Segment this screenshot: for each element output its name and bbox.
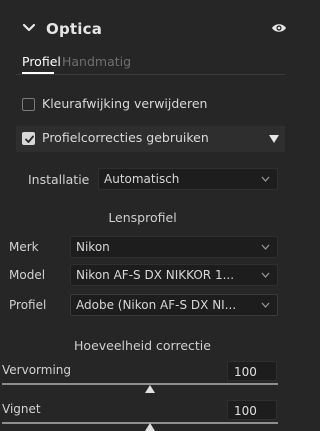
- profiel-select[interactable]: Adobe (Nikon AF-S DX NI...: [70, 294, 278, 316]
- vervorming-slider-track[interactable]: [2, 383, 278, 385]
- vignet-value-field[interactable]: 100: [227, 400, 277, 420]
- merk-value: Nikon: [76, 240, 110, 254]
- correctie-title: Hoeveelheid correctie: [74, 338, 211, 353]
- profiel-value: Adobe (Nikon AF-S DX NI...: [76, 298, 237, 312]
- vervorming-value-field[interactable]: 100: [227, 361, 277, 381]
- vervorming-label: Vervorming: [2, 363, 72, 377]
- chevron-down-icon: [261, 176, 270, 182]
- vervorming-slider-thumb[interactable]: [145, 385, 155, 393]
- profile-corrections-option[interactable]: Profielcorrecties gebruiken: [16, 126, 285, 152]
- divider: [16, 74, 285, 75]
- tab-profiel[interactable]: Profiel: [22, 54, 61, 69]
- chevron-down-icon: [261, 302, 270, 308]
- vignet-label: Vignet: [2, 402, 41, 416]
- vervorming-value: 100: [234, 365, 257, 379]
- profile-corrections-checkbox[interactable]: [22, 132, 35, 145]
- model-label: Model: [9, 268, 46, 282]
- profile-corrections-label: Profielcorrecties gebruiken: [42, 130, 209, 145]
- panel-header[interactable]: Optica: [0, 18, 287, 46]
- triangle-down-icon[interactable]: [269, 134, 279, 144]
- chevron-down-icon[interactable]: [22, 21, 36, 35]
- merk-label: Merk: [9, 240, 39, 254]
- model-value: Nikon AF-S DX NIKKOR 1...: [76, 268, 235, 282]
- eye-icon[interactable]: [271, 20, 287, 36]
- lensprofiel-title: Lensprofiel: [108, 210, 177, 225]
- optics-panel: Optica Profiel Handmatig Kleurafwijking …: [0, 0, 287, 431]
- vignet-value: 100: [234, 404, 257, 418]
- installatie-select[interactable]: Automatisch: [98, 168, 278, 190]
- model-select[interactable]: Nikon AF-S DX NIKKOR 1...: [70, 264, 278, 286]
- profiel-label: Profiel: [9, 298, 47, 312]
- installatie-label: Installatie: [28, 172, 90, 187]
- installatie-value: Automatisch: [104, 172, 180, 186]
- checkmark-icon: [25, 135, 34, 143]
- merk-select[interactable]: Nikon: [70, 236, 278, 258]
- chevron-down-icon: [261, 244, 270, 250]
- vignet-slider-track[interactable]: [2, 422, 278, 424]
- panel-title: Optica: [46, 20, 103, 38]
- chromatic-aberration-option[interactable]: Kleurafwijking verwijderen: [16, 92, 285, 118]
- chromatic-aberration-checkbox[interactable]: [22, 98, 35, 111]
- chevron-down-icon: [261, 272, 270, 278]
- chromatic-aberration-label: Kleurafwijking verwijderen: [42, 96, 208, 111]
- tab-handmatig[interactable]: Handmatig: [62, 54, 131, 69]
